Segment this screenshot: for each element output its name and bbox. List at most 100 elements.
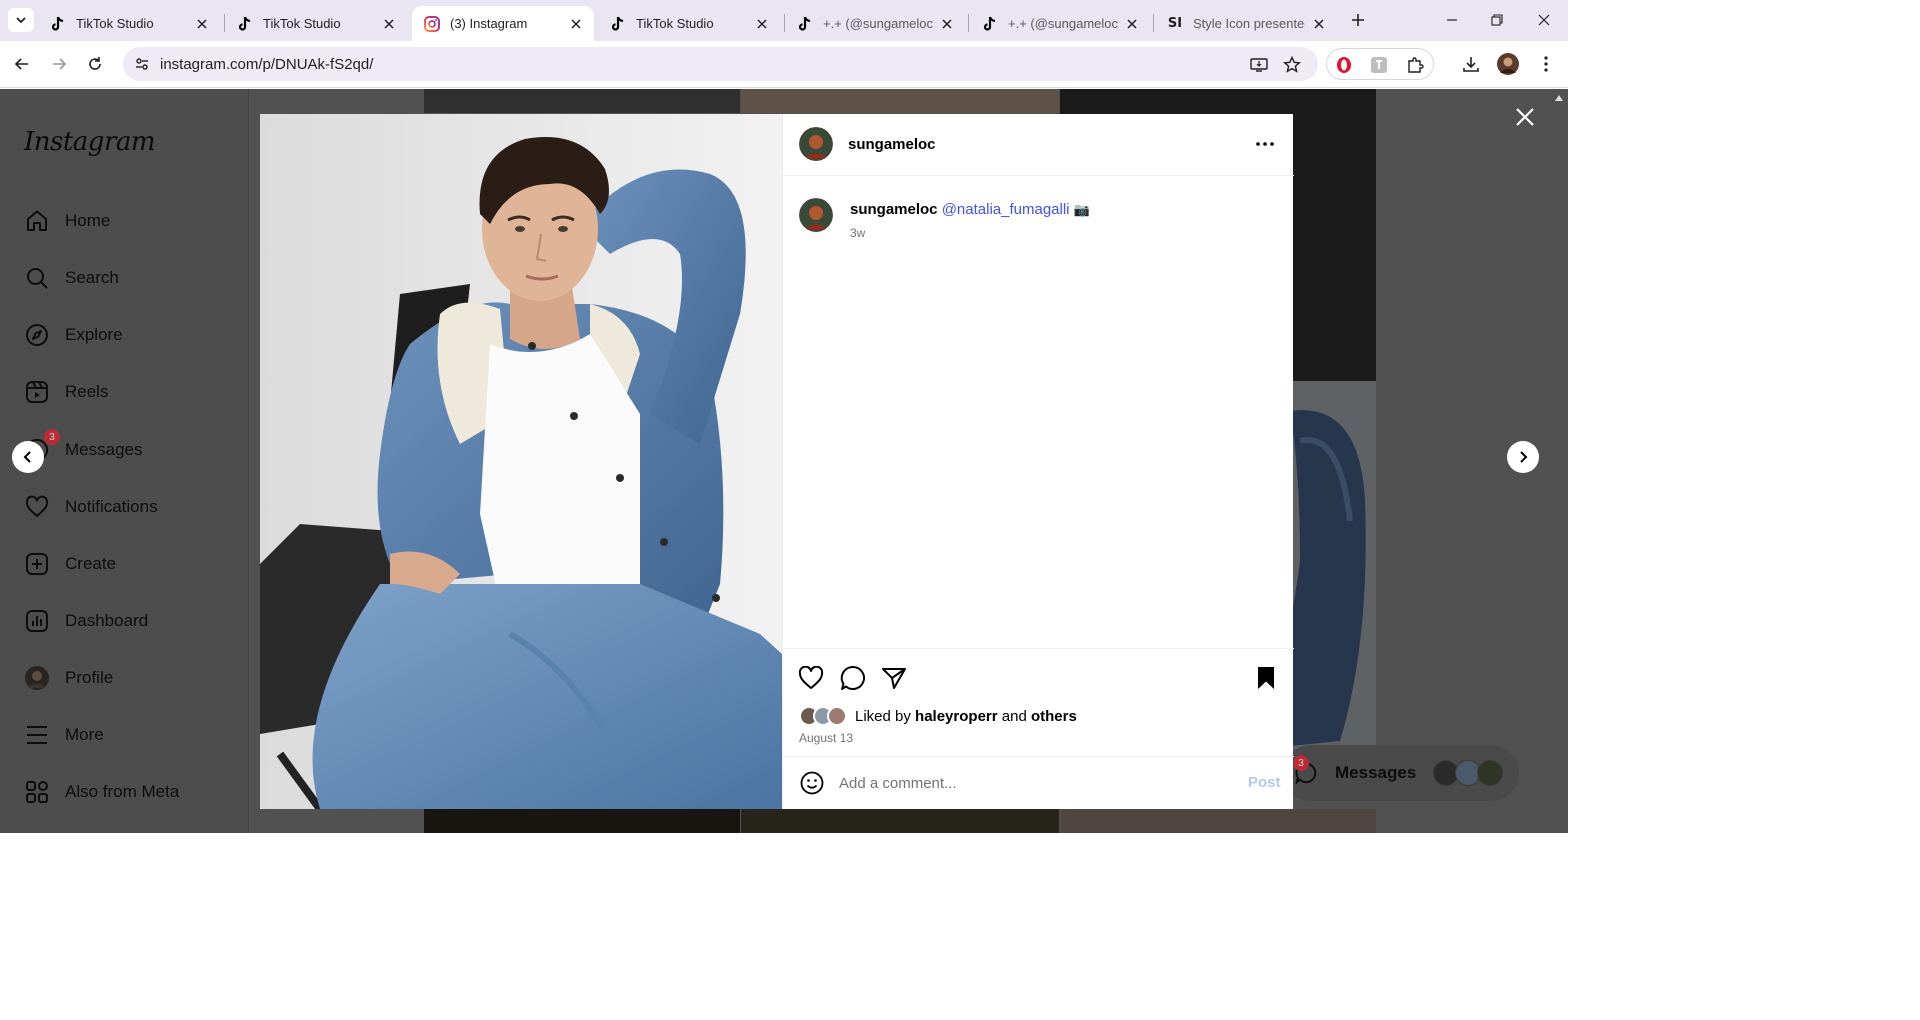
sidebar-item-label: More: [65, 725, 104, 744]
profile-avatar-button[interactable]: [1497, 53, 1519, 75]
liked-by-and: and: [1001, 707, 1027, 725]
si-icon: SI: [1167, 16, 1183, 31]
meta-apps-icon: [24, 779, 50, 805]
sidebar-item-reels[interactable]: Reels: [24, 377, 108, 407]
messages-floating-button[interactable]: 3 Messages: [1283, 745, 1519, 801]
caption-mention-link[interactable]: @natalia_fumagalli: [942, 201, 1070, 218]
sidebar-item-explore[interactable]: Explore: [24, 320, 123, 350]
sidebar-item-create[interactable]: Create: [24, 549, 116, 579]
caption-username[interactable]: sungameloc: [850, 201, 938, 218]
instagram-page-overlay: Instagram Home Search Explore Reels 3 Me…: [0, 89, 1568, 833]
likes-summary: Liked by haleyroperr and others: [799, 705, 1077, 727]
post-author-username[interactable]: sungameloc: [848, 136, 936, 153]
browser-tab[interactable]: +.+ (@sungameloc) |: [785, 6, 965, 41]
messages-badge: 3: [44, 429, 60, 445]
browser-tab[interactable]: +.+ (@sungameloc) |: [970, 6, 1150, 41]
profile-avatar-icon: [24, 665, 50, 691]
browser-tab[interactable]: TikTok Studio: [598, 6, 780, 41]
tab-title: (3) Instagram: [450, 16, 528, 31]
minimize-window-button[interactable]: [1440, 8, 1464, 32]
sidebar-item-search[interactable]: Search: [24, 263, 119, 293]
close-tab-icon[interactable]: [1124, 16, 1140, 32]
tab-title: TikTok Studio: [76, 16, 154, 31]
close-tab-icon[interactable]: [939, 16, 955, 32]
tab-title: TikTok Studio: [636, 16, 714, 31]
caption-camera-emoji: 📷: [1073, 202, 1090, 217]
install-app-icon[interactable]: [1249, 55, 1269, 75]
tab-separator: [1153, 14, 1154, 32]
grid-tile[interactable]: [1060, 809, 1376, 833]
chevron-right-icon: [1520, 451, 1528, 463]
instagram-icon: [424, 15, 440, 32]
grid-tile[interactable]: [741, 809, 1059, 833]
browser-tab[interactable]: SI Style Icon presented: [1155, 6, 1337, 41]
close-window-button[interactable]: [1532, 8, 1556, 32]
post-author-avatar[interactable]: [799, 127, 833, 161]
liked-by-user-link[interactable]: haleyroperr: [915, 708, 998, 725]
opera-extension-icon[interactable]: [1334, 55, 1354, 75]
sidebar-item-also-from-meta[interactable]: Also from Meta: [24, 777, 179, 807]
grid-tile[interactable]: [424, 809, 740, 833]
sidebar-item-home[interactable]: Home: [24, 206, 110, 236]
browser-tab-active[interactable]: (3) Instagram: [412, 6, 594, 41]
liker-avatar[interactable]: [827, 706, 847, 726]
forward-button[interactable]: [46, 51, 72, 77]
next-post-button[interactable]: [1507, 441, 1539, 473]
downloads-button[interactable]: [1460, 53, 1482, 75]
scrollbar-up-arrow-icon[interactable]: [1554, 93, 1564, 103]
caption-author-avatar[interactable]: [799, 198, 833, 232]
more-horizontal-icon: [1256, 142, 1274, 146]
previous-post-button[interactable]: [12, 441, 44, 473]
close-tab-icon[interactable]: [194, 16, 210, 32]
close-icon: [1516, 108, 1534, 126]
chevron-left-icon: [23, 451, 31, 463]
post-photo[interactable]: [260, 114, 782, 809]
heart-icon: [798, 666, 824, 689]
comment-button[interactable]: [839, 664, 867, 692]
site-info-icon[interactable]: [133, 55, 151, 73]
close-tab-icon[interactable]: [381, 16, 397, 32]
emoji-picker-button[interactable]: [799, 770, 825, 796]
close-tab-icon[interactable]: [754, 16, 770, 32]
close-post-button[interactable]: [1511, 103, 1539, 131]
liked-by-prefix: Liked by: [855, 707, 911, 725]
post-date[interactable]: August 13: [799, 731, 853, 745]
liked-by-others-link[interactable]: others: [1031, 708, 1077, 725]
save-bookmark-button[interactable]: [1252, 664, 1280, 692]
post-comment-button[interactable]: Post: [1248, 774, 1281, 791]
close-tab-icon[interactable]: [1311, 16, 1327, 32]
post-options-button[interactable]: [1253, 132, 1277, 156]
bookmark-star-icon[interactable]: [1282, 55, 1302, 75]
tiktok-icon: [982, 16, 998, 32]
sidebar-item-label: Create: [65, 554, 117, 573]
instagram-logo[interactable]: Instagram: [24, 127, 156, 157]
restore-window-button[interactable]: [1485, 8, 1509, 32]
close-tab-icon[interactable]: [568, 16, 584, 32]
post-image: [260, 114, 782, 809]
restore-icon: [1491, 14, 1503, 26]
browser-tab[interactable]: TikTok Studio: [38, 6, 220, 41]
tab-search-button[interactable]: [8, 8, 34, 32]
browser-tab[interactable]: TikTok Studio: [225, 6, 407, 41]
extensions-puzzle-icon[interactable]: [1405, 55, 1425, 75]
back-button[interactable]: [9, 51, 35, 77]
sidebar-item-profile[interactable]: Profile: [24, 663, 113, 693]
like-button[interactable]: [797, 664, 825, 692]
caption-time-ago[interactable]: 3w: [850, 226, 865, 240]
grid-tile[interactable]: [741, 89, 1059, 113]
share-button[interactable]: [880, 664, 908, 692]
sidebar-item-label: Search: [65, 268, 119, 287]
tab-title: Style Icon presented: [1193, 16, 1305, 31]
comment-input[interactable]: [839, 771, 1219, 795]
extensions-group: [1326, 48, 1434, 80]
reload-button[interactable]: [82, 51, 108, 77]
browser-menu-button[interactable]: [1535, 53, 1557, 75]
avatar-icon: [1497, 53, 1519, 75]
new-tab-button[interactable]: [1348, 10, 1368, 30]
sidebar-item-notifications[interactable]: Notifications: [24, 492, 158, 522]
extension-grey-icon[interactable]: [1369, 55, 1389, 75]
grid-tile[interactable]: [424, 89, 740, 113]
sidebar-item-dashboard[interactable]: Dashboard: [24, 606, 148, 636]
sidebar-item-more[interactable]: More: [24, 720, 104, 750]
address-bar[interactable]: instagram.com/p/DNUAk-fS2qd/: [123, 47, 1318, 81]
